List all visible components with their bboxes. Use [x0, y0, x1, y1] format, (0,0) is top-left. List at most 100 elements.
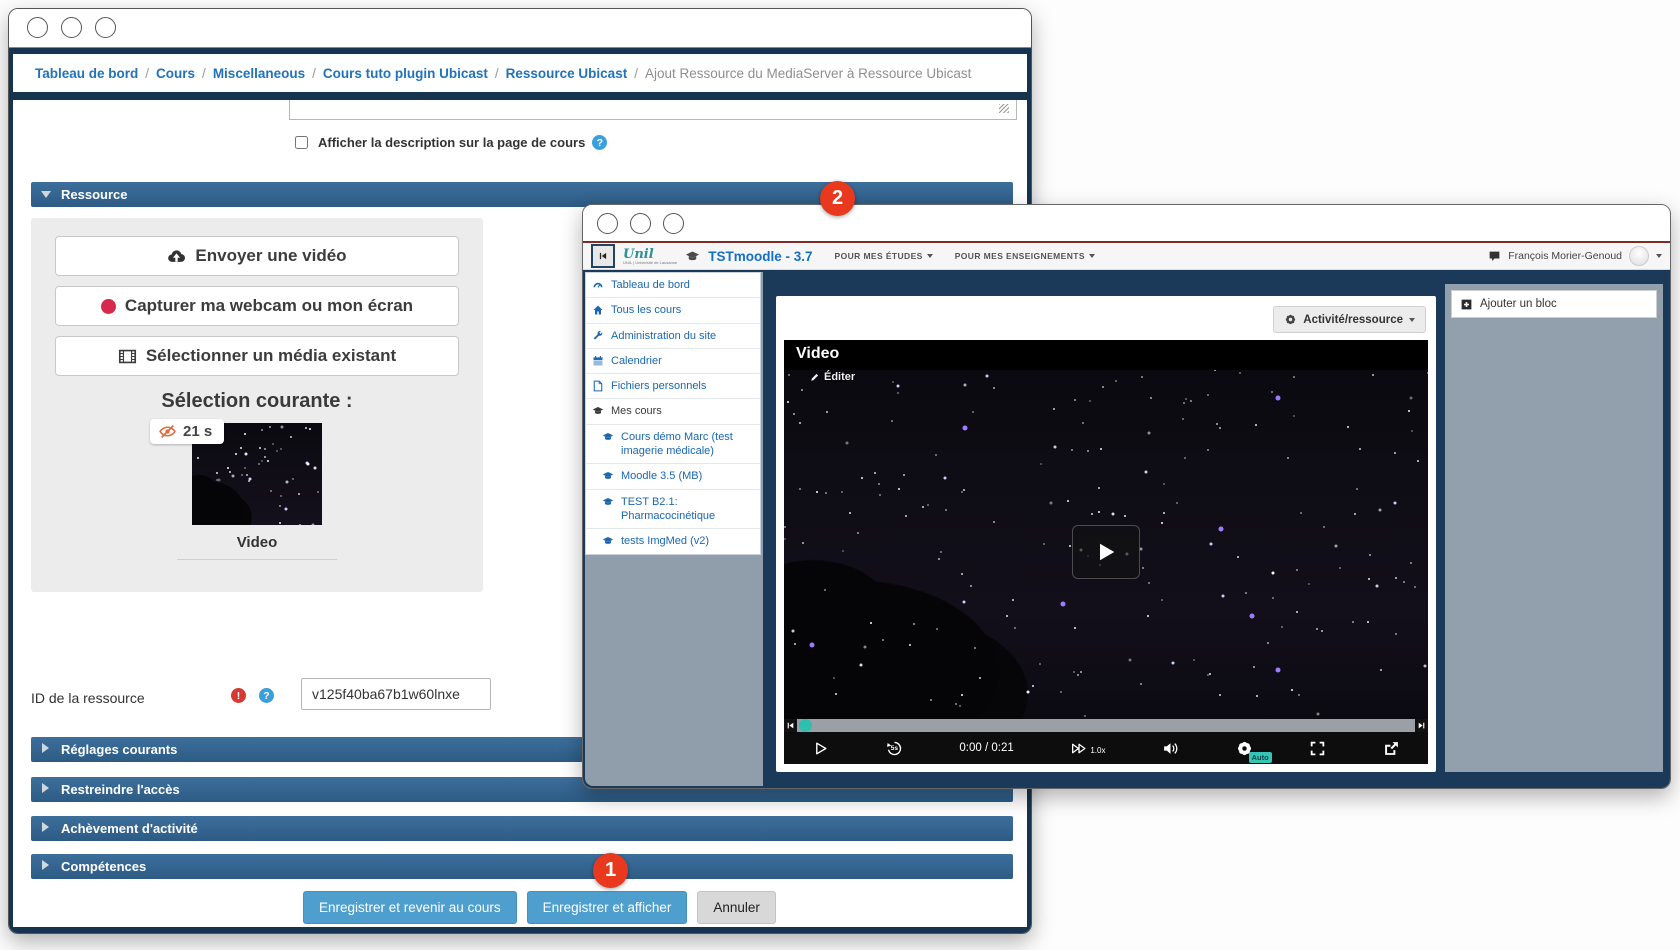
- divider: [177, 559, 337, 560]
- upload-video-button[interactable]: Envoyer une vidéo: [55, 236, 459, 276]
- breadcrumb-link[interactable]: Cours: [156, 66, 195, 81]
- chevron-down-icon[interactable]: [1656, 254, 1662, 258]
- add-block-button[interactable]: Ajouter un bloc: [1451, 290, 1657, 318]
- save-display-button[interactable]: Enregistrer et afficher: [527, 891, 688, 924]
- seek-bar[interactable]: [784, 719, 1428, 732]
- step-badge-2: 2: [820, 181, 855, 216]
- chevron-right-icon: [42, 860, 49, 870]
- sidebar-item-label: Tableau de bord: [611, 278, 690, 292]
- play-button[interactable]: [812, 740, 829, 757]
- textarea-resize-grip[interactable]: [999, 104, 1009, 113]
- speed-button[interactable]: 1.0x: [1070, 740, 1105, 757]
- sidebar-toggle-button[interactable]: [591, 244, 615, 268]
- graduation-cap-icon: [592, 405, 604, 417]
- sidebar-item-tests-imgmed[interactable]: tests ImgMed (v2): [586, 529, 760, 553]
- sidebar-item-label: TEST B2.1: Pharmacocinétique: [621, 495, 754, 524]
- sidebar-item-label: Calendrier: [611, 354, 662, 368]
- graduation-cap-icon: [602, 535, 614, 547]
- site-header: Unil UNIL | Université de Lausanne TSTmo…: [583, 243, 1670, 270]
- sidebar-item-cours-demo-marc[interactable]: Cours démo Marc (test imagerie médicale): [586, 425, 760, 465]
- fast-forward-icon: [1070, 740, 1087, 757]
- unil-logo[interactable]: Unil UNIL | Université de Lausanne: [623, 248, 677, 265]
- traffic-light-close[interactable]: [27, 17, 48, 38]
- quality-auto-badge: Auto: [1249, 752, 1272, 763]
- breadcrumb-separator: /: [634, 66, 638, 81]
- traffic-light-zoom[interactable]: [95, 17, 116, 38]
- user-name[interactable]: François Morier-Genoud: [1508, 250, 1622, 262]
- video-thumbnail[interactable]: 21 s: [192, 423, 322, 525]
- cancel-button[interactable]: Annuler: [697, 891, 776, 924]
- traffic-light-close[interactable]: [597, 213, 618, 234]
- breadcrumb-link[interactable]: Tableau de bord: [35, 66, 138, 81]
- section-header-achevement-activite[interactable]: Achèvement d'activité: [31, 816, 1013, 841]
- breadcrumb-link[interactable]: Cours tuto plugin Ubicast: [323, 66, 488, 81]
- volume-button[interactable]: [1162, 740, 1179, 757]
- media-selector-panel: Envoyer une vidéo Capturer ma webcam ou …: [31, 218, 483, 592]
- sidebar-item-fichiers-personnels[interactable]: Fichiers personnels: [586, 374, 760, 399]
- capture-webcam-button[interactable]: Capturer ma webcam ou mon écran: [55, 286, 459, 326]
- description-textarea[interactable]: [289, 100, 1017, 120]
- rewind-seconds-label: 5s: [886, 740, 903, 757]
- breadcrumb: Tableau de bord/ Cours/ Miscellaneous/ C…: [13, 54, 1027, 92]
- volume-icon: [1162, 740, 1179, 757]
- sidebar-item-test-b21[interactable]: TEST B2.1: Pharmacocinétique: [586, 490, 760, 530]
- sidebar-item-label: Tous les cours: [611, 303, 681, 317]
- fullscreen-button[interactable]: [1309, 740, 1326, 757]
- rewind-button[interactable]: 5s: [886, 740, 903, 757]
- step-badge-1: 1: [593, 853, 628, 888]
- settings-button[interactable]: Auto: [1236, 740, 1253, 757]
- skip-start-button[interactable]: [784, 719, 797, 732]
- traffic-light-zoom[interactable]: [663, 213, 684, 234]
- breadcrumb-separator: /: [202, 66, 206, 81]
- activity-resource-dropdown[interactable]: Activité/ressource: [1273, 306, 1426, 333]
- help-icon[interactable]: ?: [592, 135, 607, 150]
- traffic-light-minimize[interactable]: [630, 213, 651, 234]
- skip-end-button[interactable]: [1415, 719, 1428, 732]
- sidebar-item-mes-cours[interactable]: Mes cours: [586, 399, 760, 424]
- unil-logo-text: Unil: [623, 248, 677, 261]
- sidebar-item-administration-du-site[interactable]: Administration du site: [586, 324, 760, 349]
- avatar[interactable]: [1629, 246, 1649, 266]
- select-media-label: Sélectionner un média existant: [146, 346, 396, 366]
- sidebar-item-calendrier[interactable]: Calendrier: [586, 349, 760, 374]
- window1-titlebar[interactable]: [9, 9, 1031, 48]
- record-icon: [101, 299, 116, 314]
- resource-id-input[interactable]: [301, 678, 491, 710]
- chevron-down-icon: [1409, 318, 1415, 322]
- big-play-button[interactable]: [1072, 525, 1140, 579]
- site-title[interactable]: TSTmoodle - 3.7: [708, 249, 812, 264]
- show-description-checkbox[interactable]: [295, 136, 308, 149]
- select-media-button[interactable]: Sélectionner un média existant: [55, 336, 459, 376]
- edit-label: Éditer: [824, 371, 855, 383]
- section-label: Restreindre l'accès: [61, 782, 180, 797]
- edit-link[interactable]: Éditer: [810, 371, 855, 383]
- external-link-icon: [1383, 740, 1400, 757]
- chevron-right-icon: [42, 822, 49, 832]
- breadcrumb-link[interactable]: Ressource Ubicast: [506, 66, 628, 81]
- help-icon[interactable]: ?: [259, 688, 274, 703]
- sidebar-item-label: Cours démo Marc (test imagerie médicale): [621, 430, 754, 459]
- activity-resource-label: Activité/ressource: [1303, 314, 1403, 326]
- messages-icon[interactable]: [1488, 250, 1501, 263]
- menu-pour-mes-etudes[interactable]: POUR MES ÉTUDES: [835, 251, 933, 261]
- traffic-light-minimize[interactable]: [61, 17, 82, 38]
- sidebar-item-moodle-35[interactable]: Moodle 3.5 (MB): [586, 464, 760, 489]
- screenshot-stage: Tableau de bord/ Cours/ Miscellaneous/ C…: [0, 0, 1680, 950]
- seek-handle[interactable]: [799, 719, 812, 732]
- sidebar-item-label: Administration du site: [611, 329, 716, 343]
- window2-titlebar[interactable]: [583, 205, 1670, 241]
- tree-silhouette: [192, 472, 252, 525]
- sidebar-item-tableau-de-bord[interactable]: Tableau de bord: [586, 273, 760, 298]
- sidebar-item-label: Moodle 3.5 (MB): [621, 469, 702, 483]
- window-moodle-course: Unil UNIL | Université de Lausanne TSTmo…: [582, 204, 1671, 789]
- blocks-column: Ajouter un bloc: [1445, 284, 1663, 772]
- open-external-button[interactable]: [1383, 740, 1400, 757]
- save-return-button[interactable]: Enregistrer et revenir au cours: [303, 891, 517, 924]
- chevron-down-icon: [927, 254, 933, 258]
- breadcrumb-link[interactable]: Miscellaneous: [213, 66, 305, 81]
- film-icon: [118, 347, 137, 366]
- sidebar-item-tous-les-cours[interactable]: Tous les cours: [586, 298, 760, 323]
- menu-pour-mes-enseignements[interactable]: POUR MES ENSEIGNEMENTS: [955, 251, 1095, 261]
- graduation-cap-icon: [602, 431, 614, 443]
- section-header-competences[interactable]: Compétences: [31, 854, 1013, 879]
